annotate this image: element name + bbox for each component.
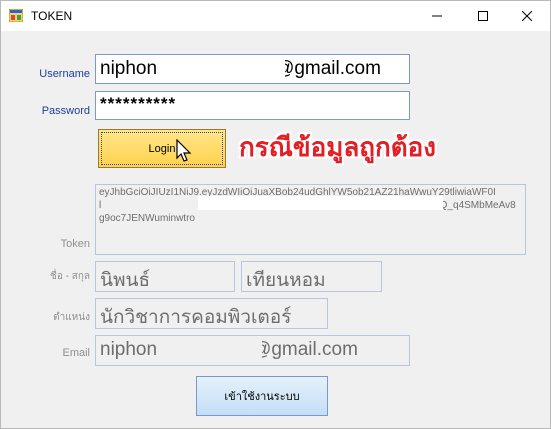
last-name-field[interactable]: เทียนหอม bbox=[241, 261, 382, 292]
redaction-mask bbox=[198, 196, 443, 210]
enter-system-button[interactable]: เข้าใช้งานระบบ bbox=[196, 376, 328, 416]
minimize-icon bbox=[432, 15, 442, 17]
enter-system-button-label: เข้าใช้งานระบบ bbox=[224, 391, 300, 403]
username-field[interactable]: niphon @gmail.com bbox=[95, 54, 410, 84]
maximize-button[interactable] bbox=[460, 1, 506, 31]
email-field[interactable]: niphon @gmail.com bbox=[95, 335, 410, 366]
mouse-pointer-icon bbox=[176, 139, 192, 162]
email-label: Email bbox=[62, 347, 90, 359]
close-button[interactable] bbox=[504, 1, 550, 31]
email-suffix: @gmail.com bbox=[252, 339, 358, 360]
token-line-2-end: PQ_q4SMbMeAv8 bbox=[433, 200, 516, 211]
first-name-field[interactable]: นิพนธ์ bbox=[95, 261, 235, 292]
token-label: Token bbox=[60, 238, 90, 250]
password-field[interactable]: ********** bbox=[95, 91, 410, 120]
window-title: TOKEN bbox=[31, 9, 73, 23]
redaction-mask bbox=[162, 337, 262, 364]
position-field[interactable]: นักวิชาการคอมพิวเตอร์ bbox=[95, 298, 328, 329]
maximize-icon bbox=[478, 11, 488, 21]
login-button[interactable]: Login bbox=[98, 129, 226, 168]
title-bar: TOKEN bbox=[1, 1, 550, 31]
username-label: Username bbox=[39, 68, 90, 80]
position-label: ตำแหน่ง bbox=[53, 312, 90, 323]
token-textbox[interactable]: eyJhbGciOiJIUzI1NiJ9.eyJzdWIiOiJuaXBob24… bbox=[95, 184, 526, 255]
email-prefix: niphon bbox=[100, 339, 158, 360]
app-form-icon bbox=[9, 9, 23, 22]
username-prefix: niphon bbox=[100, 58, 158, 79]
redaction-mask bbox=[161, 56, 285, 82]
username-suffix: @gmail.com bbox=[275, 58, 381, 79]
password-label: Password bbox=[41, 105, 90, 117]
login-button-label: Login bbox=[148, 142, 176, 155]
fullname-label: ชื่อ - สกุล bbox=[50, 271, 90, 282]
token-line-3: g9oc7JENWuminwtro bbox=[99, 213, 195, 224]
minimize-button[interactable] bbox=[414, 1, 460, 31]
close-icon bbox=[522, 11, 532, 21]
success-annotation: กรณีข้อมูลถูกต้อง bbox=[239, 132, 436, 162]
token-window: TOKEN Username niphon @gmail.com Password… bbox=[0, 0, 551, 429]
